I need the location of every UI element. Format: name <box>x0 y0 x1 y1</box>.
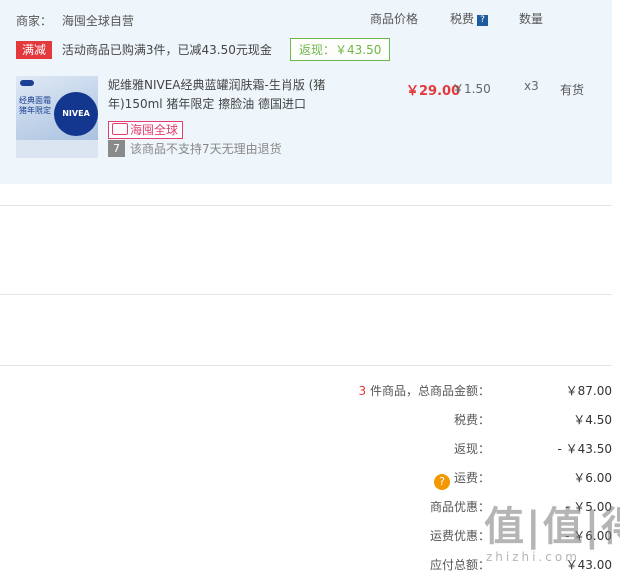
product-tin: NIVEA <box>54 92 98 136</box>
merchant-label: 商家： <box>16 14 53 28</box>
summary-total-label: 3 件商品，总商品金额： <box>358 384 490 398</box>
summary-shipping-discount-label: 运费优惠： <box>429 529 490 543</box>
return-policy-text: 该商品不支持7天无理由退货 <box>130 142 282 156</box>
divider-3 <box>0 365 612 366</box>
promo-row: 满减 活动商品已购满3件，已减43.50元现金 <box>16 41 272 59</box>
stock-status: 有货 <box>560 83 585 97</box>
watermark-logo: 值|值|得 <box>484 504 620 550</box>
product-title[interactable]: 妮维雅NIVEA经典蓝罐润肤霜-生肖版 (猪年)150ml 猪年限定 擦脸油 德… <box>108 76 340 114</box>
col-header-tax-label: 税费 <box>450 12 475 26</box>
col-header-tax: 税费? <box>450 10 489 27</box>
no-return-icon: 7 <box>108 140 125 157</box>
site-watermark: 值|值|得 zhizhi.com <box>482 494 620 577</box>
col-header-price: 商品价格 <box>370 12 419 26</box>
product-image-band <box>16 140 98 158</box>
summary-shipping-label: ? 运费： <box>433 469 490 490</box>
promo-text: 活动商品已购满3件，已减43.50元现金 <box>61 43 272 57</box>
summary-tax-label: 税费： <box>453 413 490 427</box>
product-qty: x3 <box>524 79 539 93</box>
haitun-icon <box>112 123 128 135</box>
summary-payable-label: 应付总额： <box>429 558 490 572</box>
rebate-tag: 返现：￥43.50 <box>290 38 391 61</box>
watermark-url: zhizhi.com <box>486 550 580 564</box>
product-tax: ￥1.50 <box>452 82 491 96</box>
item-count: 3 <box>358 384 367 398</box>
summary-rebate-label: 返现： <box>453 442 490 456</box>
merchant-info: 商家： 海囤全球自营 <box>16 12 134 29</box>
haitun-global-tag: 海囤全球 <box>108 121 184 139</box>
summary-rebate-value: - ￥43.50 <box>557 442 613 456</box>
col-header-qty: 数量 <box>519 12 544 26</box>
summary-shipping-value: ￥6.00 <box>573 471 612 485</box>
summary-product-discount-label: 商品优惠： <box>429 500 490 514</box>
summary-tax-value: ￥4.50 <box>573 413 612 427</box>
promo-badge: 满减 <box>16 41 53 59</box>
divider-1 <box>0 205 612 206</box>
brand-logo-chip <box>20 80 34 86</box>
shipping-help-icon[interactable]: ? <box>433 474 450 490</box>
merchant-name[interactable]: 海囤全球自营 <box>62 14 134 28</box>
divider-2 <box>0 294 612 295</box>
haitun-tag-label: 海囤全球 <box>130 123 179 137</box>
summary-total-value: ￥87.00 <box>565 384 612 398</box>
tax-help-icon[interactable]: ? <box>477 15 489 26</box>
product-image-caption: 经典面霜 猪年限定 <box>19 96 51 115</box>
product-image[interactable]: 经典面霜 猪年限定 NIVEA <box>16 76 98 158</box>
